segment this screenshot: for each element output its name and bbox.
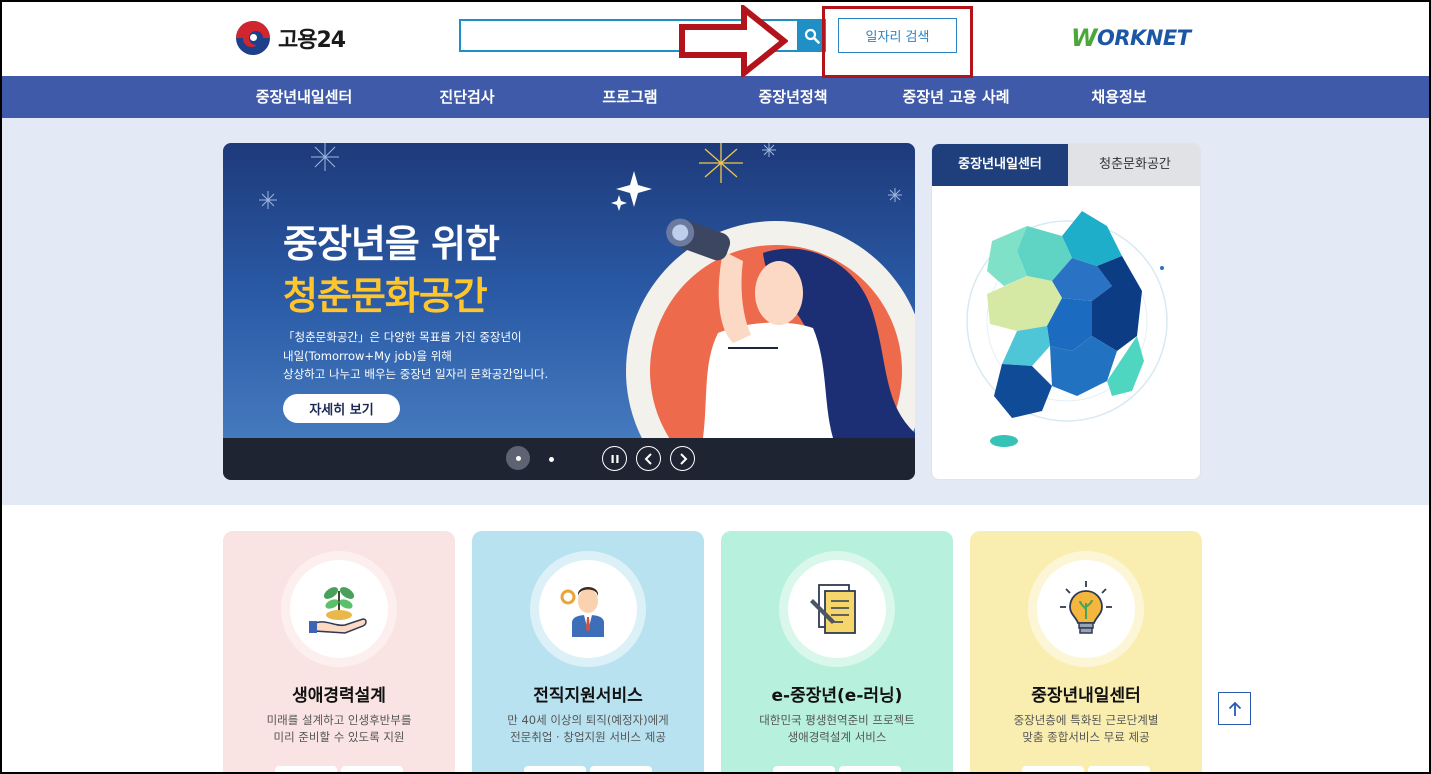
search-icon	[804, 28, 820, 44]
arrow-up-icon	[1228, 701, 1241, 716]
main-navigation: 중장년내일센터 진단검사 프로그램 중장년정책 중장년 고용 사례 채용정보	[2, 76, 1429, 118]
card-desc-line1: 미래를 설계하고 인생후반부를	[266, 713, 412, 727]
card-title: 생애경력설계	[292, 686, 386, 706]
lightbulb-icon	[1060, 581, 1112, 634]
card-desc-line2: 생애경력설계 서비스	[787, 730, 887, 744]
chevron-right-icon	[679, 452, 687, 465]
card-title: 전직지원서비스	[533, 686, 643, 706]
scroll-to-top-button[interactable]	[1218, 692, 1251, 725]
main-banner[interactable]: 중장년을 위한 청춘문화공간 「청춘문화공간」은 다양한 목표를 가진 중장년이…	[223, 143, 915, 480]
nav-item-policy[interactable]: 중장년정책	[758, 76, 827, 118]
card-center[interactable]: 중장년내일센터 중장년층에 특화된 근로단계별 맞춤 종합서비스 무료 제공	[970, 531, 1202, 774]
banner-description: 「청춘문화공간」은 다양한 목표를 가진 중장년이 내일(Tomorrow+My…	[283, 328, 548, 384]
nav-item-center[interactable]: 중장년내일센터	[256, 76, 353, 118]
pause-icon	[611, 454, 618, 463]
taegeuk-logo-icon	[236, 21, 270, 55]
card-desc-line2: 전문취업 · 창업지원 서비스 제공	[510, 730, 666, 744]
businessman-icon	[560, 587, 604, 637]
banner-controls	[223, 438, 915, 480]
banner-desc-line1: 「청춘문화공간」은 다양한 목표를 가진 중장년이	[283, 330, 522, 344]
banner-desc-line2: 내일(Tomorrow+My job)을 위해	[283, 348, 452, 363]
banner-title-line1: 중장년을 위한	[283, 222, 500, 266]
logo-text: 고용24	[278, 28, 346, 53]
card-title: e-중장년(e-러닝)	[771, 686, 903, 706]
tab-center[interactable]: 중장년내일센터	[932, 144, 1068, 186]
card-sub-button[interactable]	[773, 766, 835, 774]
card-sub-button[interactable]	[839, 766, 901, 774]
card-sub-button[interactable]	[524, 766, 586, 774]
nav-item-cases[interactable]: 중장년 고용 사례	[902, 76, 1009, 118]
center-map-panel: 중장년내일센터 청춘문화공간	[931, 143, 1201, 480]
card-title: 중장년내일센터	[1031, 686, 1141, 706]
highlight-box-annotation	[822, 6, 973, 78]
goyong24-logo[interactable]: 고용24	[236, 20, 346, 56]
card-icon-circle	[1028, 551, 1144, 667]
worknet-logo-text: ORKNET	[1096, 26, 1191, 50]
banner-desc-line3: 상상하고 나누고 배우는 중장년 일자리 문화공간입니다.	[283, 367, 549, 381]
slide-indicator-1[interactable]	[506, 446, 530, 470]
next-slide-button[interactable]	[670, 446, 695, 471]
red-arrow-annotation-icon	[679, 5, 788, 77]
header: 고용24 일자리 검색 W ORKNET	[0, 0, 1431, 78]
card-desc-line1: 대한민국 평생현역준비 프로젝트	[759, 713, 915, 727]
card-desc-line2: 맞춤 종합서비스 무료 제공	[1022, 730, 1150, 744]
card-sub-button[interactable]	[341, 766, 403, 774]
card-sub-button[interactable]	[275, 766, 337, 774]
card-icon-circle	[281, 551, 397, 667]
banner-title-line2: 청춘문화공간	[283, 274, 488, 318]
card-e-learning[interactable]: e-중장년(e-러닝) 대한민국 평생현역준비 프로젝트 생애경력설계 서비스	[721, 531, 953, 774]
worknet-logo-w: W	[1071, 24, 1097, 52]
nav-item-jobs[interactable]: 채용정보	[1091, 76, 1146, 118]
chevron-left-icon	[644, 452, 652, 465]
nav-item-program[interactable]: 프로그램	[602, 76, 657, 118]
card-icon-circle	[779, 551, 895, 667]
card-description: 만 40세 이상의 퇴직(예정자)에게 전문취업 · 창업지원 서비스 제공	[472, 712, 704, 746]
card-sub-button[interactable]	[1088, 766, 1150, 774]
nav-item-diagnosis[interactable]: 진단검사	[439, 76, 494, 118]
card-career-design[interactable]: 생애경력설계 미래를 설계하고 인생후반부를 미리 준비할 수 있도록 지원	[223, 531, 455, 774]
card-desc-line1: 만 40세 이상의 퇴직(예정자)에게	[507, 713, 669, 727]
card-description: 중장년층에 특화된 근로단계별 맞춤 종합서비스 무료 제공	[970, 712, 1202, 746]
card-outplacement[interactable]: 전직지원서비스 만 40세 이상의 퇴직(예정자)에게 전문취업 · 창업지원 …	[472, 531, 704, 774]
plant-hand-icon	[309, 587, 367, 634]
tab-culture-space[interactable]: 청춘문화공간	[1068, 144, 1200, 186]
card-desc-line1: 중장년층에 특화된 근로단계별	[1013, 713, 1159, 727]
card-sub-button[interactable]	[1022, 766, 1084, 774]
slide-indicator-2[interactable]	[549, 457, 554, 462]
card-desc-line2: 미리 준비할 수 있도록 지원	[273, 730, 405, 744]
card-sub-button[interactable]	[590, 766, 652, 774]
worknet-logo[interactable]: W ORKNET	[1071, 24, 1191, 52]
card-description: 대한민국 평생현역준비 프로젝트 생애경력설계 서비스	[721, 712, 953, 746]
banner-more-button[interactable]: 자세히 보기	[283, 394, 400, 423]
prev-slide-button[interactable]	[636, 446, 661, 471]
document-pen-icon	[810, 584, 856, 634]
korea-map-icon[interactable]	[932, 186, 1201, 480]
card-icon-circle	[530, 551, 646, 667]
pause-button[interactable]	[602, 446, 627, 471]
card-description: 미래를 설계하고 인생후반부를 미리 준비할 수 있도록 지원	[223, 712, 455, 746]
